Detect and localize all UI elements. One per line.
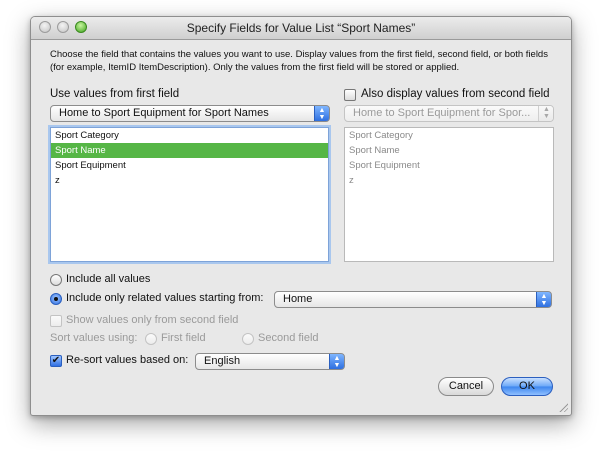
popup-arrows-icon: ▲ ▼ (314, 106, 329, 121)
ok-button[interactable]: OK (501, 377, 553, 396)
first-field-table-popup[interactable]: Home to Sport Equipment for Sport Names … (50, 105, 330, 122)
list-item[interactable]: Sport Category (51, 128, 328, 143)
list-item: Sport Equipment (349, 160, 420, 171)
list-item: Sport Name (349, 145, 400, 156)
sort-first-field-radio (145, 333, 157, 345)
popup-arrows-icon: ▲ ▼ (329, 354, 344, 369)
sort-first-field-label: First field (161, 332, 206, 344)
sort-second-field-label: Second field (258, 332, 319, 344)
list-item[interactable]: z (51, 173, 328, 188)
first-field-table-popup-value: Home to Sport Equipment for Sport Names (59, 107, 269, 119)
resize-grip-icon[interactable] (558, 402, 568, 412)
include-related-radio[interactable] (50, 293, 62, 305)
include-related-label: Include only related values starting fro… (66, 292, 264, 304)
cancel-button[interactable]: Cancel (438, 377, 494, 396)
related-start-popup-value: Home (283, 293, 313, 305)
first-field-list[interactable]: Sport Category Sport Name Sport Equipment z (50, 127, 329, 262)
list-item[interactable]: Sport Equipment (51, 158, 328, 173)
sort-using-label: Sort values using: (50, 332, 138, 344)
first-field-label: Use values from first field (50, 88, 180, 100)
related-start-popup[interactable]: Home ▲ ▼ (274, 291, 552, 308)
second-field-table-popup-value: Home to Sport Equipment for Spor... (353, 107, 531, 119)
popup-arrows-icon: ▲ ▼ (536, 292, 551, 307)
list-item[interactable]: Sport Name (51, 143, 328, 158)
resort-label: Re-sort values based on: (66, 354, 189, 366)
list-item: z (349, 175, 354, 186)
show-second-only-checkbox (50, 315, 62, 327)
also-display-second-label: Also display values from second field (361, 88, 550, 100)
resort-language-popup[interactable]: English ▲ ▼ (195, 353, 345, 370)
include-all-label: Include all values (66, 273, 151, 285)
show-second-only-label: Show values only from second field (66, 314, 239, 326)
title-bar[interactable]: Specify Fields for Value List “Sport Nam… (31, 17, 571, 40)
popup-arrows-icon: ▲ ▼ (538, 106, 553, 121)
checkmark-icon: ✔ (51, 355, 61, 366)
instructions-text: Choose the field that contains the value… (50, 49, 548, 73)
also-display-second-checkbox[interactable] (344, 89, 356, 101)
resort-checkbox[interactable]: ✔ (50, 355, 62, 367)
dialog-window: Specify Fields for Value List “Sport Nam… (30, 16, 572, 416)
sort-second-field-radio (242, 333, 254, 345)
window-title: Specify Fields for Value List “Sport Nam… (186, 21, 416, 35)
include-all-radio[interactable] (50, 274, 62, 286)
resort-language-popup-value: English (204, 355, 241, 367)
list-item: Sport Category (349, 130, 413, 141)
second-field-list: Sport Category Sport Name Sport Equipment z (344, 127, 554, 262)
second-field-table-popup: Home to Sport Equipment for Spor... ▲ ▼ (344, 105, 554, 122)
